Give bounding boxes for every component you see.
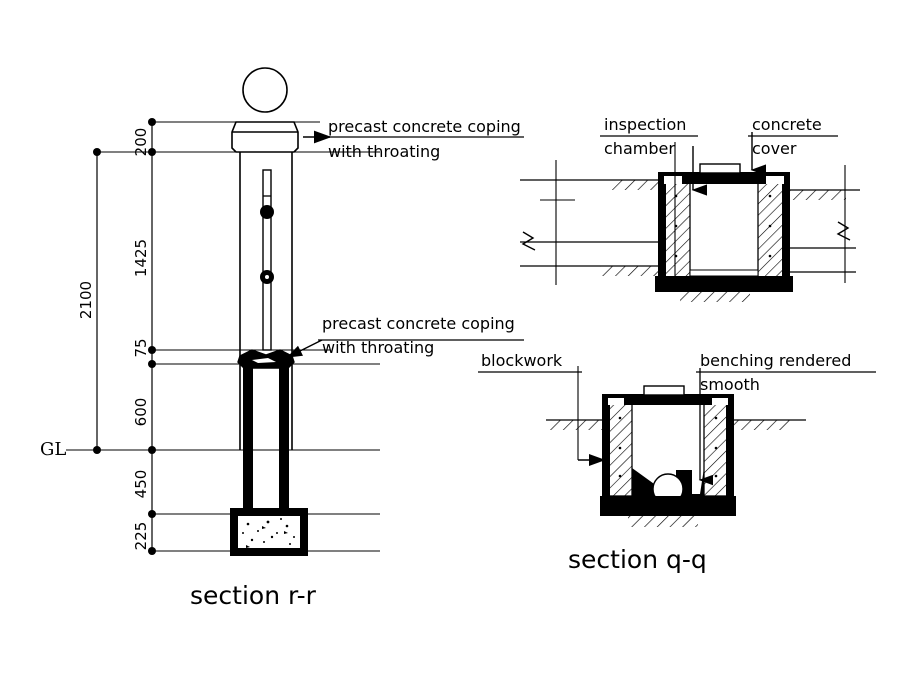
dimension-75: 75 — [132, 338, 150, 357]
dimension-225: 225 — [132, 522, 150, 551]
dimension-2100: 2100 — [77, 281, 95, 319]
qq-wall-right-face — [726, 394, 734, 498]
qq-cover-seat-left — [608, 398, 624, 405]
chamber-wall-right-face — [782, 172, 790, 284]
ball-finial — [242, 67, 288, 113]
concrete-cover-note-line2: cover — [752, 139, 797, 158]
post-leg-right — [279, 366, 289, 516]
dimension-450: 450 — [132, 470, 150, 499]
section-rr-title: section r-r — [190, 581, 317, 610]
shaft-inner-element — [262, 169, 272, 351]
lower-coping-note-line1: precast concrete coping — [322, 314, 515, 333]
dimension-600: 600 — [132, 398, 150, 427]
qq-base-slab — [600, 496, 736, 516]
chamber-floor — [689, 269, 759, 277]
benching-note-line2: smooth — [700, 375, 760, 394]
precast-coping-cap — [231, 121, 299, 153]
ground-level-label: GL — [40, 439, 66, 460]
manhole-frame — [699, 163, 741, 174]
cover-seating-right — [766, 176, 784, 184]
qq-wall-left-face — [602, 394, 610, 498]
concrete-footing — [230, 508, 308, 556]
shaft-node-lower-centre — [265, 275, 269, 279]
inspection-chamber-note-line2: chamber — [604, 139, 675, 158]
concrete-cover-note-line1: concrete — [752, 115, 822, 134]
qq-manhole-frame — [643, 385, 685, 396]
qq-cover-seat-right — [712, 398, 728, 405]
qq-base-ground — [628, 516, 698, 527]
top-coping-note-line2: with throating — [328, 142, 440, 161]
cover-seating-left — [664, 176, 682, 184]
drawing-canvas: 200 1425 75 600 450 225 2100 GL precast … — [0, 0, 900, 683]
shaft-node-upper — [260, 205, 274, 219]
inspection-chamber-note-line1: inspection — [604, 115, 686, 134]
benching-note-line1: benching rendered — [700, 351, 851, 370]
blockwork-note-line1: blockwork — [481, 351, 563, 370]
chamber-wall-left-face — [658, 172, 666, 284]
chamber-base-ground — [680, 292, 750, 302]
chamber-base-slab — [655, 276, 793, 292]
chamber-wall-left — [663, 175, 691, 283]
dimension-200: 200 — [132, 128, 150, 157]
chamber-wall-right — [757, 175, 785, 283]
section-qq-title: section q-q — [568, 545, 707, 574]
dimension-1425: 1425 — [132, 239, 150, 277]
top-coping-note-line1: precast concrete coping — [328, 117, 521, 136]
lower-coping-note-line2: with throating — [322, 338, 434, 357]
technical-drawing-svg: 200 1425 75 600 450 225 2100 GL precast … — [0, 0, 900, 683]
post-leg-left — [243, 366, 253, 516]
